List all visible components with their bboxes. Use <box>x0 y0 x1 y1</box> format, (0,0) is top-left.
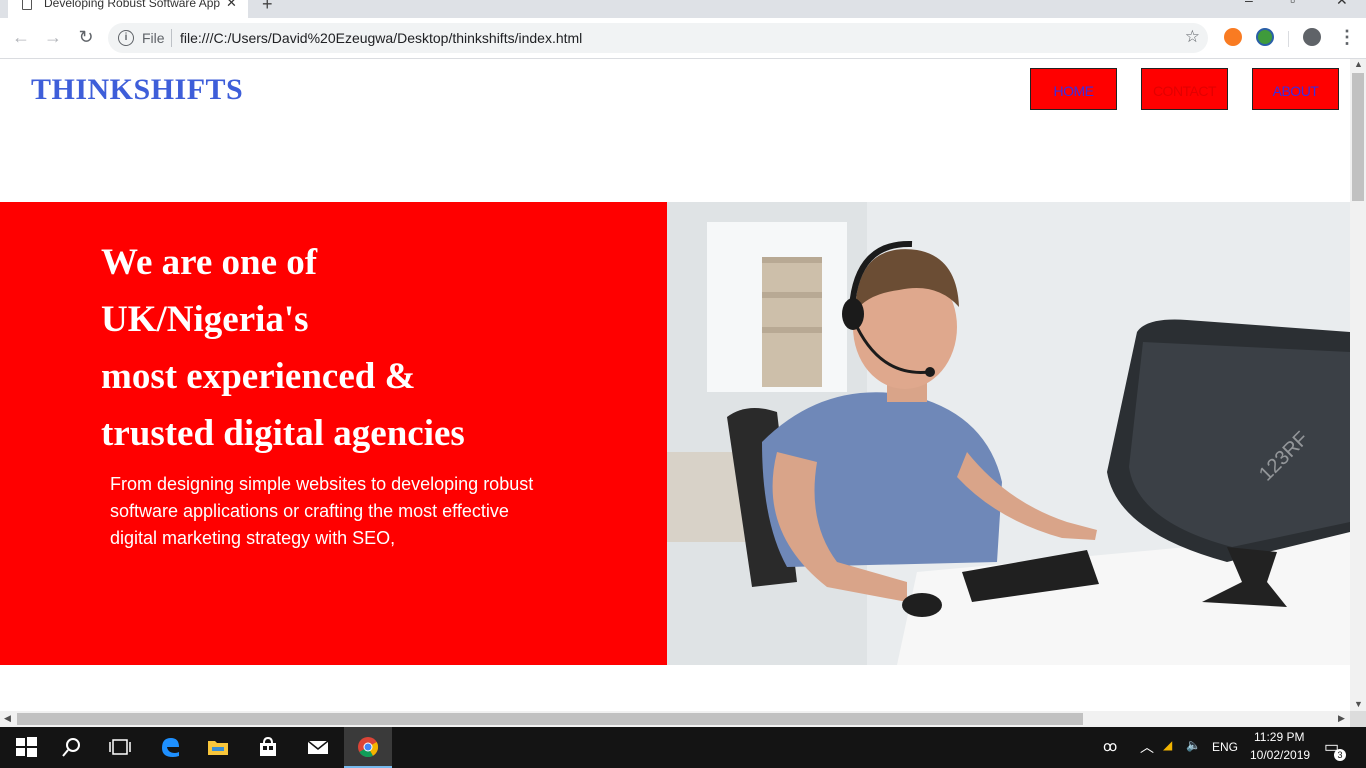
headline-line: We are one of <box>101 242 318 283</box>
windows-taskbar: ꝏ ︿ ◢ 🔈 ENG 11:29 PM 10/02/2019 ▭ 3 <box>0 727 1366 768</box>
scrollbar-corner <box>1350 711 1366 727</box>
restore-icon[interactable]: ▫ <box>1290 0 1295 8</box>
browser-tab[interactable]: Developing Robust Software App ✕ <box>8 0 248 18</box>
extension-globe-icon[interactable] <box>1256 28 1274 46</box>
back-button[interactable]: ← <box>10 26 32 48</box>
mail-icon[interactable] <box>306 735 330 759</box>
headline-line: UK/Nigeria's <box>101 299 309 340</box>
hero-photo: 123RF <box>667 202 1350 665</box>
page-viewport: THINKSHIFTS HOME CONTACT ABOUT We are on… <box>0 59 1350 711</box>
extension-icon[interactable] <box>1224 28 1242 46</box>
browser-menu-icon[interactable]: ⋮ <box>1338 27 1356 48</box>
nav-home-link[interactable]: HOME <box>1030 68 1117 110</box>
volume-icon[interactable]: 🔈 <box>1186 738 1201 752</box>
scroll-right-icon[interactable]: ▶ <box>1338 713 1345 724</box>
forward-button[interactable]: → <box>42 26 64 48</box>
edge-browser-icon[interactable] <box>158 735 182 759</box>
nav-contact-link[interactable]: CONTACT <box>1141 68 1228 110</box>
hero-subtext: From designing simple websites to develo… <box>110 474 534 548</box>
horizontal-scrollbar[interactable]: ◀ ▶ <box>0 711 1350 727</box>
hero-section: We are one of UK/Nigeria's most experien… <box>0 202 1350 665</box>
clock-date[interactable]: 10/02/2019 <box>1250 748 1310 762</box>
toolbar-divider <box>1288 31 1289 47</box>
site-logo[interactable]: THINKSHIFTS <box>31 73 243 107</box>
headline-line: trusted digital agencies <box>101 413 465 454</box>
hero-headline: We are one of UK/Nigeria's most experien… <box>101 234 465 462</box>
headline-line: most experienced & <box>101 356 416 397</box>
scroll-down-icon[interactable]: ▼ <box>1354 699 1363 709</box>
window-close-icon[interactable]: ✕ <box>1336 0 1348 9</box>
vertical-scroll-thumb[interactable] <box>1352 73 1364 201</box>
search-icon[interactable] <box>60 735 84 759</box>
document-icon <box>22 0 32 10</box>
store-icon[interactable] <box>256 735 280 759</box>
input-language[interactable]: ENG <box>1212 740 1238 754</box>
minimize-icon[interactable]: – <box>1245 0 1253 8</box>
address-bar[interactable]: i File file:///C:/Users/David%20Ezeugwa/… <box>108 23 1208 53</box>
nav-about-link[interactable]: ABOUT <box>1252 68 1339 110</box>
address-url[interactable]: file:///C:/Users/David%20Ezeugwa/Desktop… <box>180 30 582 46</box>
info-icon[interactable]: i <box>118 30 134 46</box>
people-icon[interactable]: ꝏ <box>1103 738 1117 755</box>
file-explorer-icon[interactable] <box>206 735 230 759</box>
browser-tab-strip: Developing Robust Software App ✕ + – ▫ ✕ <box>0 0 1366 18</box>
address-divider <box>171 29 172 47</box>
man-at-computer-illustration: 123RF <box>667 202 1350 665</box>
chrome-taskbar-button[interactable] <box>344 727 392 768</box>
close-tab-icon[interactable]: ✕ <box>226 0 237 11</box>
vertical-scrollbar[interactable]: ▲ ▼ <box>1350 59 1366 711</box>
notification-count-badge: 3 <box>1334 749 1346 761</box>
chevron-up-icon[interactable]: ︿ <box>1140 737 1154 757</box>
bookmark-star-icon[interactable]: ☆ <box>1185 27 1200 47</box>
hero-text-panel: We are one of UK/Nigeria's most experien… <box>0 202 667 665</box>
profile-avatar-icon[interactable] <box>1303 28 1321 46</box>
address-scheme: File <box>142 30 165 46</box>
scroll-left-icon[interactable]: ◀ <box>4 713 11 724</box>
clock-time[interactable]: 11:29 PM <box>1254 730 1304 744</box>
new-tab-button[interactable]: + <box>262 0 273 15</box>
horizontal-scroll-thumb[interactable] <box>17 713 1083 725</box>
network-icon[interactable]: ◢ <box>1163 738 1172 752</box>
browser-toolbar: ← → ↻ i File file:///C:/Users/David%20Ez… <box>0 18 1366 59</box>
tab-title: Developing Robust Software App <box>44 0 221 10</box>
chrome-icon <box>358 737 379 758</box>
task-view-icon[interactable] <box>108 735 132 759</box>
reload-button[interactable]: ↻ <box>75 26 97 48</box>
windows-start-icon[interactable] <box>14 735 38 759</box>
scroll-up-icon[interactable]: ▲ <box>1354 59 1363 69</box>
